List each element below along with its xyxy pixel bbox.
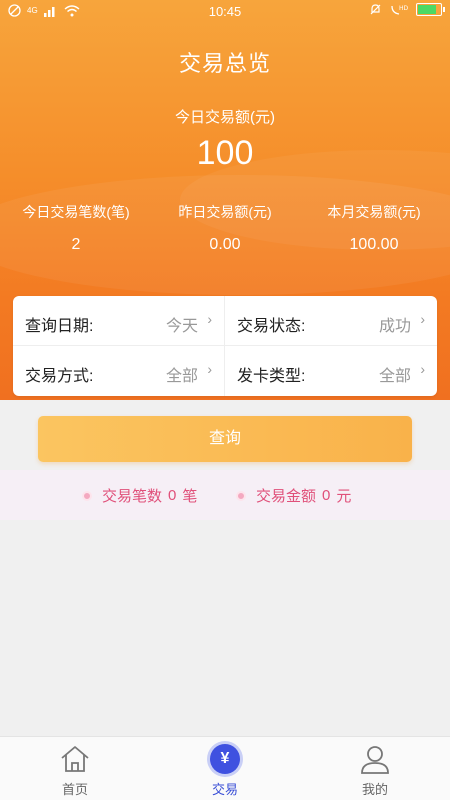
page-title: 交易总览 [178, 51, 271, 76]
chevron-right-icon: › [207, 361, 212, 377]
trade-status-select[interactable]: 交易状态: 成功 › [225, 296, 437, 346]
summary-count-value: 0 [168, 487, 177, 504]
tab-trade-label: 交易 [211, 782, 238, 797]
query-date-value: 今天 [165, 318, 198, 335]
summary-count-label: 交易笔数 [102, 488, 163, 505]
status-right: HD [369, 3, 445, 16]
query-date-select[interactable]: 查询日期: 今天 › [13, 296, 225, 346]
chevron-right-icon: › [420, 311, 425, 327]
summary-amount-unit: 元 [336, 488, 352, 505]
stat-label: 本月交易额(元) [327, 204, 421, 220]
svg-text:HD: HD [399, 5, 408, 12]
filter-card: 查询日期: 今天 › 交易状态: 成功 › 交易方式: 全部 › 发卡类型: 全… [13, 296, 437, 396]
trade-method-select[interactable]: 交易方式: 全部 › [13, 346, 225, 396]
bell-mute-icon [370, 4, 381, 15]
home-icon [0, 741, 150, 777]
status-bar: 4G 10:45 HD [0, 0, 450, 24]
stat-value: 2 [71, 236, 81, 253]
trade-status-value: 成功 [378, 318, 411, 335]
stat-value: 100.00 [349, 236, 399, 253]
trade-method-label: 交易方式: [25, 368, 94, 385]
tab-trade[interactable]: ¥ 交易 [150, 741, 300, 798]
summary-count: 交易笔数 0 笔 [82, 485, 197, 506]
bottom-tab-bar: 首页 ¥ 交易 我的 [0, 736, 450, 800]
tab-home[interactable]: 首页 [0, 741, 150, 798]
user-icon [300, 741, 450, 777]
stat-label: 今日交易笔数(笔) [22, 204, 130, 220]
summary-amount: 交易金额 0 元 [236, 485, 351, 506]
stat-month-amount: 本月交易额(元) 100.00 [306, 202, 442, 254]
summary-amount-value: 0 [322, 487, 331, 504]
card-type-label: 发卡类型: [237, 368, 306, 385]
chevron-right-icon: › [420, 361, 425, 377]
tab-mine-label: 我的 [361, 782, 388, 797]
filter-row: 交易方式: 全部 › 发卡类型: 全部 › [13, 346, 437, 396]
trade-method-value: 全部 [165, 368, 198, 385]
filter-row: 查询日期: 今天 › 交易状态: 成功 › [13, 296, 437, 346]
stat-value: 0.00 [209, 236, 241, 253]
summary-count-unit: 笔 [182, 488, 198, 505]
trade-status-label: 交易状态: [237, 318, 306, 335]
dot-icon [82, 490, 92, 501]
stat-yesterday-amount: 昨日交易额(元) 0.00 [157, 202, 293, 254]
tab-home-label: 首页 [61, 782, 88, 797]
card-type-select[interactable]: 发卡类型: 全部 › [225, 346, 437, 396]
battery-fill [418, 5, 436, 14]
today-amount-value: 100 [196, 134, 254, 172]
yen-icon: ¥ [150, 741, 300, 777]
card-type-value: 全部 [378, 368, 411, 385]
stat-label: 昨日交易额(元) [178, 204, 272, 220]
summary-bar: 交易笔数 0 笔 交易金额 0 元 [0, 470, 450, 520]
yen-circle: ¥ [210, 744, 240, 774]
hd-call-icon: HD [391, 5, 408, 15]
chevron-right-icon: › [207, 311, 212, 327]
today-amount-label: 今日交易额(元) [175, 109, 275, 126]
stat-today-count: 今日交易笔数(笔) 2 [8, 202, 144, 254]
summary-amount-label: 交易金额 [256, 488, 317, 505]
query-button[interactable]: 查询 [38, 416, 412, 462]
dot-icon [236, 490, 246, 501]
battery-icon [416, 3, 445, 16]
query-date-label: 查询日期: [25, 318, 94, 335]
tab-mine[interactable]: 我的 [300, 741, 450, 798]
